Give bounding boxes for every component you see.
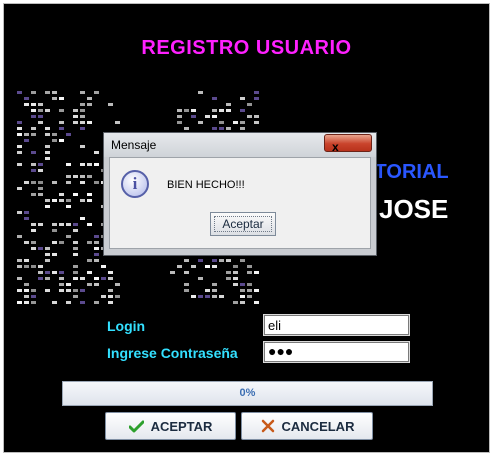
brand-text-editorial: ITORIAL: [369, 161, 449, 183]
progress-bar: 0%: [62, 381, 433, 406]
information-icon: i: [121, 170, 149, 198]
login-input[interactable]: [263, 314, 410, 336]
login-label: Login: [107, 318, 146, 334]
password-label: Ingrese Contraseña: [107, 345, 238, 361]
page-title: REGISTRO USUARIO: [141, 37, 352, 59]
dialog-title: Mensaje: [111, 138, 157, 152]
message-dialog: Mensaje x i BIEN HECHO!!! Aceptar: [103, 132, 377, 256]
progress-text: 0%: [239, 387, 256, 399]
dialog-ok-button[interactable]: Aceptar: [210, 212, 276, 236]
accept-button[interactable]: ACEPTAR: [105, 412, 236, 440]
dialog-body: i BIEN HECHO!!! Aceptar: [109, 157, 371, 249]
close-icon: x: [332, 140, 339, 154]
dialog-message: BIEN HECHO!!!: [167, 179, 245, 191]
brand-text-name: JOSE: [379, 194, 449, 224]
checkmark-icon: [129, 418, 145, 434]
dialog-titlebar[interactable]: Mensaje x: [104, 133, 376, 157]
accept-button-label: ACEPTAR: [150, 418, 213, 434]
cancel-button-label: CANCELAR: [281, 418, 355, 434]
password-input[interactable]: ●●●: [263, 341, 410, 363]
dialog-close-button[interactable]: x: [324, 134, 372, 154]
x-mark-icon: [260, 418, 276, 434]
cancel-button[interactable]: CANCELAR: [241, 412, 373, 440]
